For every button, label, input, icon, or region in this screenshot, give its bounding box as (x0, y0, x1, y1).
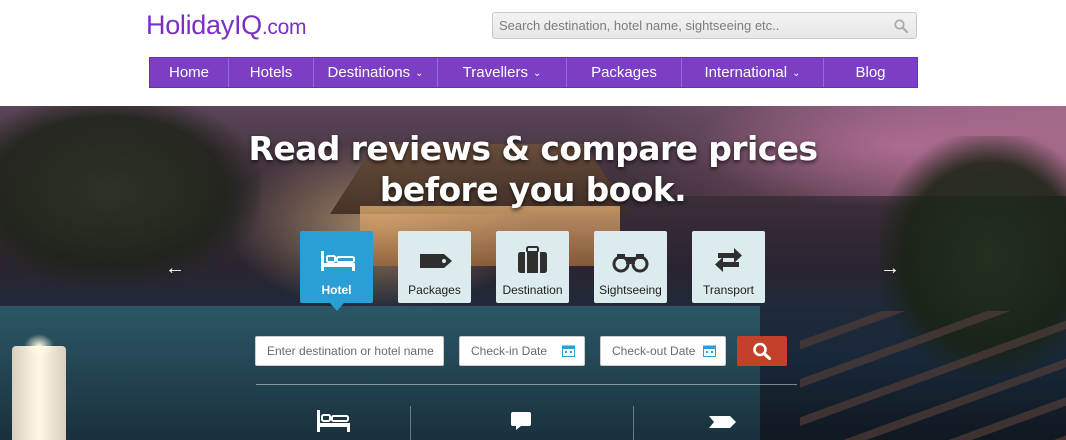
search-icon[interactable] (893, 18, 909, 34)
hero-candle (12, 334, 66, 440)
calendar-icon[interactable] (562, 345, 575, 357)
column-separator (633, 406, 634, 440)
bed-icon (321, 251, 355, 271)
hero-headline-line1: Read reviews & compare prices (248, 129, 819, 168)
logo-text: HolidayIQ (146, 10, 262, 40)
site-header: HolidayIQ.com Home Hotels Destinations ⌄ … (0, 0, 1066, 106)
tab-packages[interactable]: Packages (398, 231, 471, 303)
form-divider (256, 384, 797, 385)
tag-icon (709, 416, 736, 428)
checkin-field (459, 336, 585, 366)
checkout-input[interactable] (612, 337, 700, 365)
nav-home-label: Home (168, 64, 209, 81)
nav-hotels[interactable]: Hotels (229, 58, 314, 87)
nav-packages[interactable]: Packages (567, 58, 682, 87)
nav-international-label: International (704, 64, 788, 81)
tab-transport[interactable]: Transport (692, 231, 765, 303)
hero-loungers (800, 311, 1066, 440)
bed-icon (317, 410, 350, 432)
nav-blog[interactable]: Blog (824, 58, 917, 87)
binoculars-icon (612, 254, 649, 273)
main-nav: Home Hotels Destinations ⌄ Travellers ⌄ Pa… (149, 57, 918, 88)
nav-blog-label: Blog (855, 64, 886, 81)
checkin-input[interactable] (471, 337, 559, 365)
logo-domain: .com (261, 16, 307, 39)
search-button[interactable] (737, 336, 787, 366)
suitcase-icon (518, 246, 547, 273)
nav-destinations-label: Destinations (327, 64, 411, 81)
tab-hotel[interactable]: Hotel (300, 231, 373, 311)
carousel-next-arrow-icon[interactable]: → (878, 256, 902, 280)
carousel-prev-arrow-icon[interactable]: ← (163, 256, 187, 280)
hero-banner: Read reviews & compare prices before you… (0, 106, 1066, 440)
tab-packages-label: Packages (408, 283, 461, 297)
column-separator (410, 406, 411, 440)
tab-destination[interactable]: Destination (496, 231, 569, 303)
holidayiq-logo[interactable]: HolidayIQ.com (146, 10, 306, 41)
transfer-arrows-icon (715, 248, 742, 272)
site-search (492, 12, 917, 39)
calendar-icon[interactable] (703, 345, 716, 357)
tag-icon (420, 254, 452, 268)
chevron-down-icon: ⌄ (532, 68, 542, 79)
tab-transport-label: Transport (703, 283, 754, 297)
chevron-down-icon: ⌄ (415, 68, 424, 79)
nav-travellers-label: Travellers (462, 64, 528, 81)
destination-field (255, 336, 444, 366)
hero-headline: Read reviews & compare prices before you… (0, 128, 1066, 210)
nav-home[interactable]: Home (150, 58, 229, 87)
site-search-input[interactable] (493, 13, 888, 38)
chat-bubble-icon (511, 412, 531, 430)
tab-sightseeing[interactable]: Sightseeing (594, 231, 667, 303)
nav-hotels-label: Hotels (249, 64, 293, 81)
chevron-down-icon: ⌄ (792, 68, 801, 79)
checkout-field (600, 336, 726, 366)
tab-hotel-label: Hotel (321, 283, 352, 297)
destination-input[interactable] (267, 337, 443, 365)
search-icon (753, 342, 772, 360)
nav-destinations[interactable]: Destinations ⌄ (314, 58, 438, 87)
hero-pool (0, 306, 760, 440)
tab-destination-label: Destination (502, 283, 563, 297)
nav-packages-label: Packages (591, 64, 657, 81)
tab-sightseeing-label: Sightseeing (599, 283, 662, 297)
nav-international[interactable]: International ⌄ (682, 58, 824, 87)
hero-headline-line2: before you book. (379, 170, 687, 209)
nav-travellers[interactable]: Travellers ⌄ (438, 58, 567, 87)
